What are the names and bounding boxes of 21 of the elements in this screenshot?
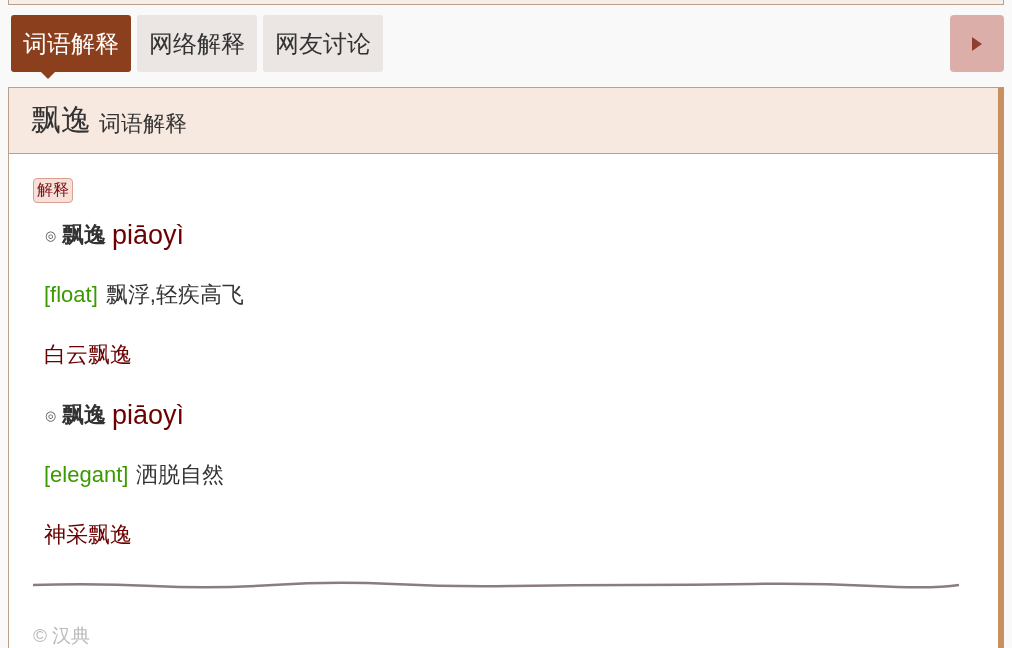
tab[interactable]: 网络解释 (137, 15, 257, 72)
bullet-mark: ◎ (45, 407, 56, 423)
bullet-mark: ◎ (45, 227, 56, 243)
entry-word: 飘逸 (62, 401, 106, 429)
play-icon (971, 35, 983, 52)
entry-word: 飘逸 (62, 221, 106, 249)
copyright: © 汉典 (33, 624, 92, 648)
header-subtitle: 词语解释 (99, 109, 187, 138)
english-gloss: [float] (44, 282, 98, 308)
example: 白云飘逸 (44, 341, 132, 369)
definition: 飘浮,轻疾高飞 (105, 281, 244, 309)
pointer-icon (41, 72, 55, 79)
headword: 飘逸 (31, 102, 91, 138)
section-tag: 解释 (33, 178, 73, 203)
next-button[interactable] (950, 15, 1004, 72)
example: 神采飘逸 (44, 521, 132, 549)
definition: 洒脱自然 (136, 461, 225, 489)
pinyin: piāoyì (112, 399, 185, 431)
tab[interactable]: 网友讨论 (263, 15, 383, 72)
pinyin: piāoyì (112, 219, 185, 251)
english-gloss: [elegant] (44, 462, 129, 488)
